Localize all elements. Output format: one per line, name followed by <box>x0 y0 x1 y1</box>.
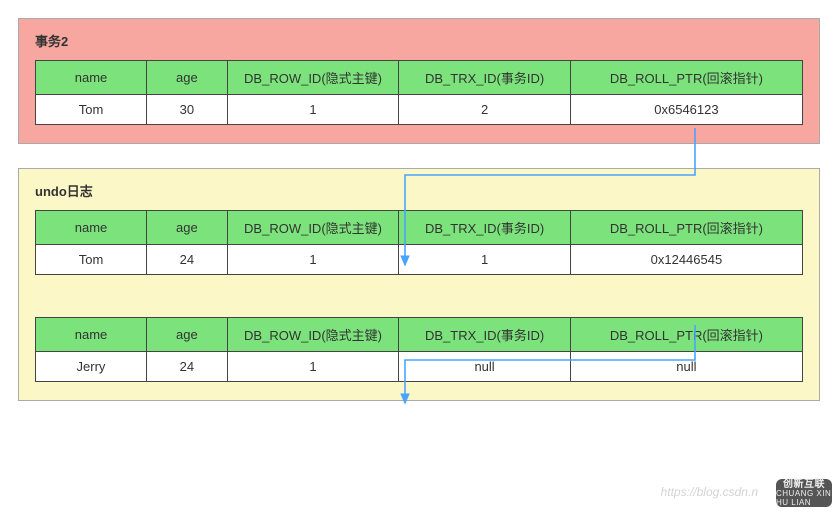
table-header-row: name age DB_ROW_ID(隐式主键) DB_TRX_ID(事务ID)… <box>36 61 803 95</box>
cell-age: 30 <box>147 95 228 125</box>
transaction-2-title: 事务2 <box>35 31 803 50</box>
table-header-row: name age DB_ROW_ID(隐式主键) DB_TRX_ID(事务ID)… <box>36 318 803 352</box>
cell-name: Jerry <box>36 352 147 382</box>
col-header-rowid: DB_ROW_ID(隐式主键) <box>227 318 399 352</box>
watermark-brand-sub: CHUANG XIN HU LIAN <box>776 490 832 508</box>
table-row: Tom 24 1 1 0x12446545 <box>36 245 803 275</box>
col-header-name: name <box>36 61 147 95</box>
cell-rollptr: 0x6546123 <box>570 95 802 125</box>
undo-log-table-1: name age DB_ROW_ID(隐式主键) DB_TRX_ID(事务ID)… <box>35 210 803 275</box>
col-header-rowid: DB_ROW_ID(隐式主键) <box>227 61 399 95</box>
undo-log-panel: undo日志 name age DB_ROW_ID(隐式主键) DB_TRX_I… <box>18 168 820 401</box>
transaction-2-panel: 事务2 name age DB_ROW_ID(隐式主键) DB_TRX_ID(事… <box>18 18 820 144</box>
col-header-rollptr: DB_ROLL_PTR(回滚指针) <box>570 318 802 352</box>
undo-log-table-2: name age DB_ROW_ID(隐式主键) DB_TRX_ID(事务ID)… <box>35 317 803 382</box>
transaction-2-table: name age DB_ROW_ID(隐式主键) DB_TRX_ID(事务ID)… <box>35 60 803 125</box>
col-header-rollptr: DB_ROLL_PTR(回滚指针) <box>570 61 802 95</box>
cell-name: Tom <box>36 245 147 275</box>
cell-rollptr: 0x12446545 <box>570 245 802 275</box>
cell-rowid: 1 <box>227 352 399 382</box>
col-header-name: name <box>36 318 147 352</box>
col-header-trxid: DB_TRX_ID(事务ID) <box>399 211 571 245</box>
table-header-row: name age DB_ROW_ID(隐式主键) DB_TRX_ID(事务ID)… <box>36 211 803 245</box>
watermark-badge: 创新互联 CHUANG XIN HU LIAN <box>776 479 832 507</box>
col-header-age: age <box>147 318 228 352</box>
cell-rowid: 1 <box>227 95 399 125</box>
col-header-trxid: DB_TRX_ID(事务ID) <box>399 318 571 352</box>
col-header-age: age <box>147 211 228 245</box>
col-header-name: name <box>36 211 147 245</box>
col-header-rowid: DB_ROW_ID(隐式主键) <box>227 211 399 245</box>
watermark-url: https://blog.csdn.n <box>661 485 758 499</box>
cell-rowid: 1 <box>227 245 399 275</box>
col-header-trxid: DB_TRX_ID(事务ID) <box>399 61 571 95</box>
col-header-rollptr: DB_ROLL_PTR(回滚指针) <box>570 211 802 245</box>
cell-trxid: 2 <box>399 95 571 125</box>
cell-trxid: 1 <box>399 245 571 275</box>
col-header-age: age <box>147 61 228 95</box>
cell-age: 24 <box>147 245 228 275</box>
cell-age: 24 <box>147 352 228 382</box>
table-row: Tom 30 1 2 0x6546123 <box>36 95 803 125</box>
cell-name: Tom <box>36 95 147 125</box>
cell-rollptr: null <box>570 352 802 382</box>
undo-log-title: undo日志 <box>35 181 803 200</box>
cell-trxid: null <box>399 352 571 382</box>
table-row: Jerry 24 1 null null <box>36 352 803 382</box>
